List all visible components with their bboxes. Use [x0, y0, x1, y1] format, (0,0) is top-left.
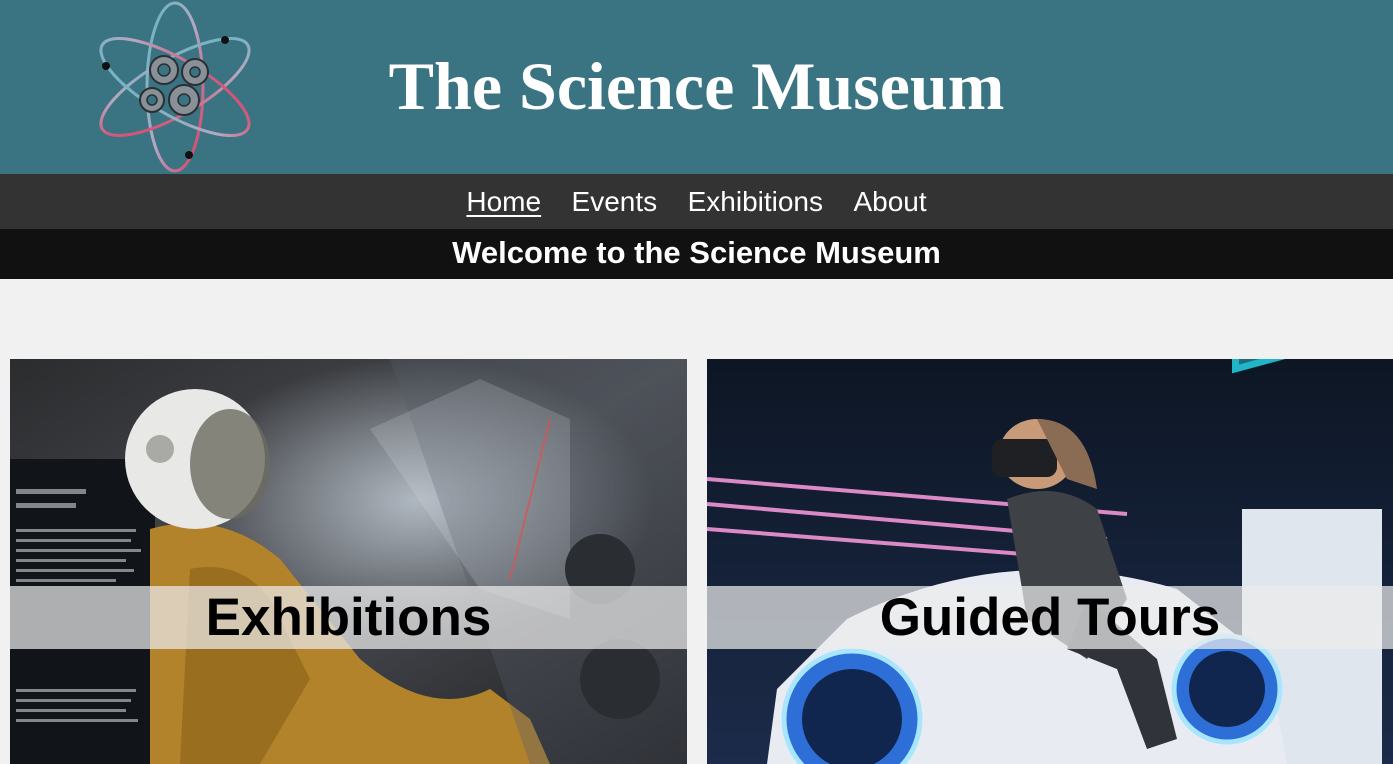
nav-events-link[interactable]: Events	[572, 174, 658, 229]
exhibitions-card[interactable]: Exhibitions	[10, 359, 687, 764]
astronaut-exhibit-image	[10, 359, 687, 764]
site-title: The Science Museum	[388, 48, 1005, 124]
site-header: The Science Museum	[0, 0, 1393, 174]
guided-tours-card[interactable]: Guided Tours	[707, 359, 1393, 764]
nav-home-link[interactable]: Home	[466, 174, 541, 229]
vr-ride-image	[707, 359, 1393, 764]
guided-tours-card-label: Guided Tours	[707, 586, 1393, 649]
main-nav: Home Events Exhibitions About	[0, 174, 1393, 229]
nav-exhibitions-link[interactable]: Exhibitions	[688, 174, 823, 229]
exhibitions-card-label: Exhibitions	[10, 586, 687, 649]
nav-about-link[interactable]: About	[853, 174, 926, 229]
welcome-banner: Welcome to the Science Museum	[0, 229, 1393, 279]
